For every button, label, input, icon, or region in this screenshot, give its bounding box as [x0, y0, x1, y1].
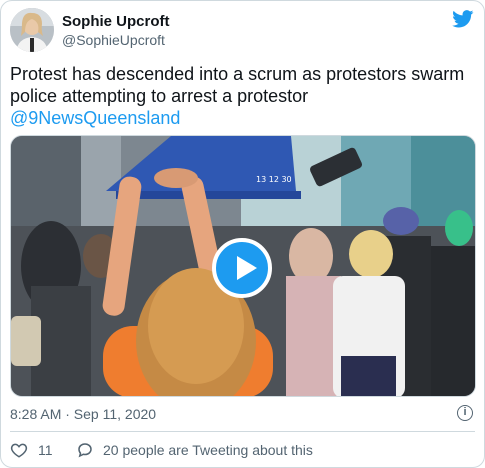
author-name[interactable]: Sophie Upcroft [62, 12, 170, 31]
tweet-actions: 11 20 people are Tweeting about this [10, 441, 476, 461]
tweeting-about-text: 20 people are Tweeting about this [103, 442, 313, 458]
tweeting-about-link[interactable]: 20 people are Tweeting about this [76, 441, 313, 459]
info-icon[interactable]: i [457, 405, 473, 421]
author-block[interactable]: Sophie Upcroft @SophieUpcroft [62, 12, 170, 50]
author-handle[interactable]: @SophieUpcroft [62, 31, 170, 50]
tent-number: 13 12 30 [256, 175, 292, 184]
speech-bubble-icon [78, 443, 92, 458]
tweet-text: Protest has descended into a scrum as pr… [10, 63, 478, 129]
twitter-bird-icon[interactable] [452, 10, 474, 28]
like-count: 11 [38, 442, 53, 458]
timestamp[interactable]: 8:28 AM · Sep 11, 2020 [10, 406, 156, 422]
divider [10, 431, 475, 432]
play-button[interactable] [212, 238, 272, 298]
like-button[interactable]: 11 [10, 441, 53, 459]
video-media[interactable]: 13 12 30 [10, 135, 476, 397]
avatar[interactable] [10, 8, 54, 52]
tweet-header: Sophie Upcroft @SophieUpcroft [10, 8, 474, 52]
tweet-meta: 8:28 AM · Sep 11, 2020 i [10, 405, 476, 425]
tweet-card[interactable]: Sophie Upcroft @SophieUpcroft Protest ha… [0, 0, 485, 468]
mention-link[interactable]: @9NewsQueensland [10, 107, 478, 129]
tweet-body: Protest has descended into a scrum as pr… [10, 64, 465, 106]
heart-icon [10, 443, 28, 458]
